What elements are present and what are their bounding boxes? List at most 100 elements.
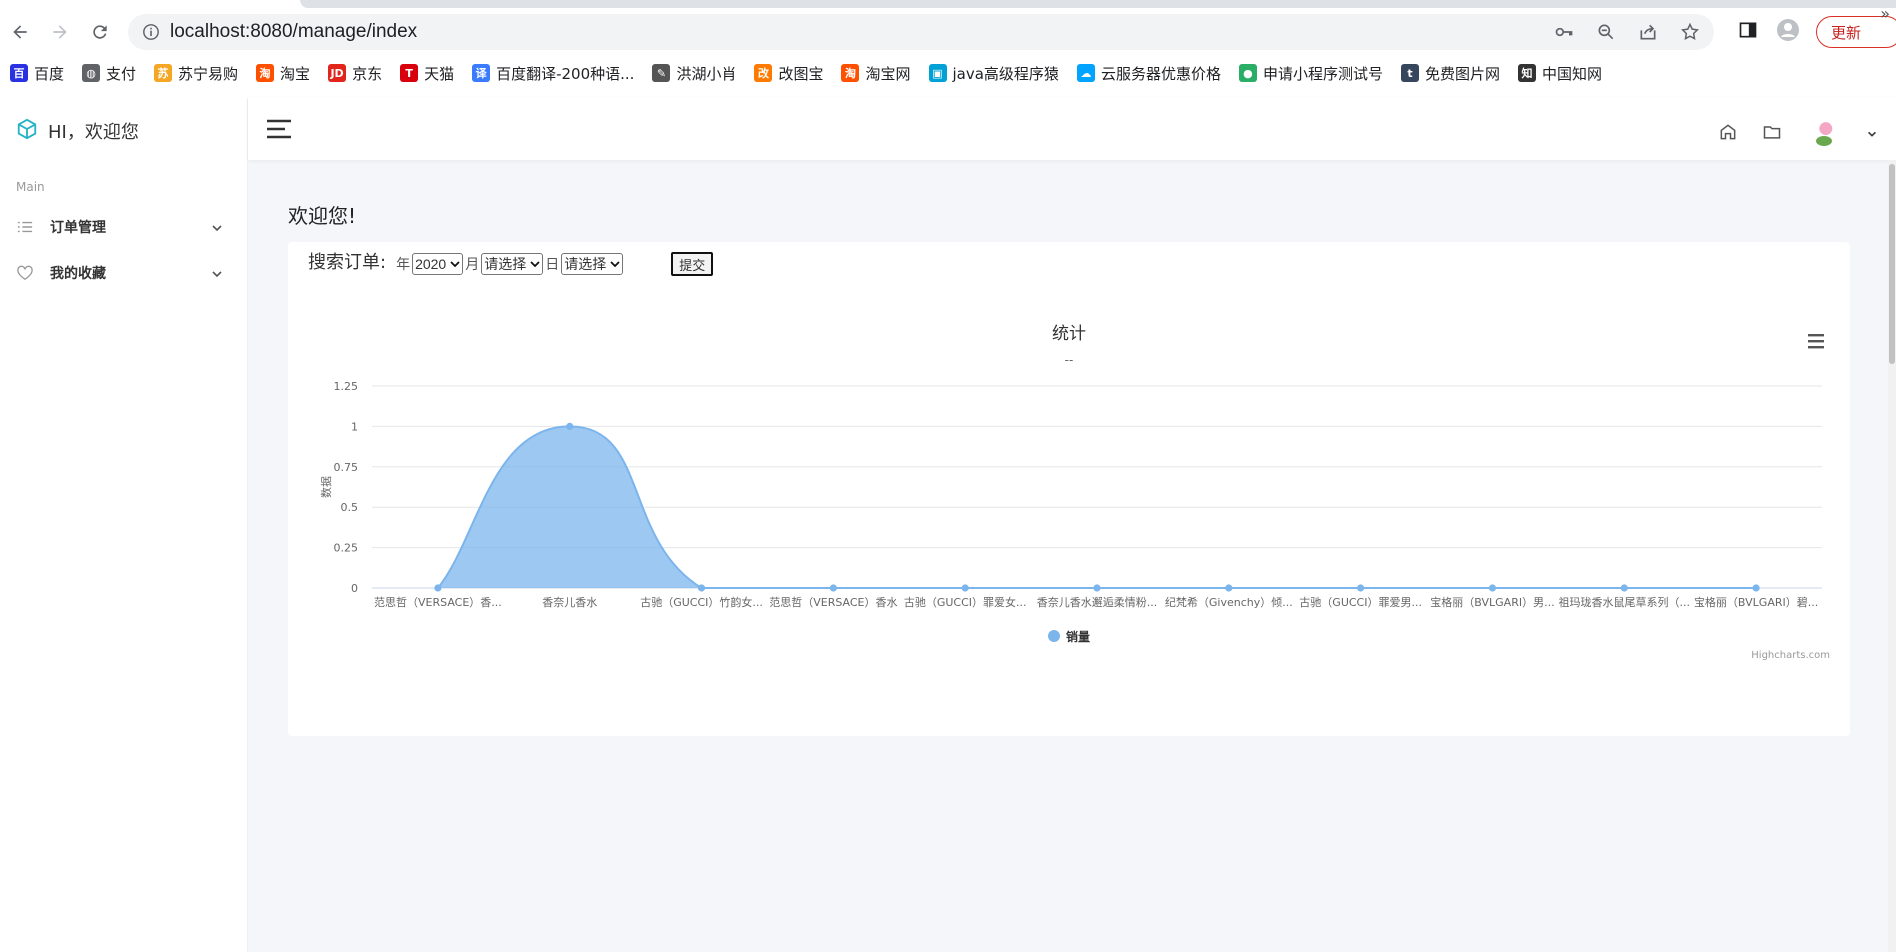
bookmark-item[interactable]: ◍ 支付 <box>82 63 136 84</box>
avatar[interactable] <box>1806 116 1842 152</box>
jd-icon: JD <box>328 64 347 82</box>
page-scrollbar[interactable] <box>1888 160 1896 952</box>
side-panel-icon[interactable] <box>1738 20 1758 44</box>
chevron-down-icon <box>450 261 460 268</box>
page-title: 欢迎您! <box>288 204 357 228</box>
x-tick-label: 范思哲（VERSACE）香... <box>374 595 502 609</box>
x-tick-label: 古驰（GUCCI）罪爱女... <box>904 595 1027 609</box>
day-select[interactable]: 请选择 <box>561 253 624 275</box>
legend-label: 销量 <box>1066 629 1090 644</box>
back-icon[interactable] <box>6 18 34 46</box>
bookmark-item[interactable]: 知中国知网 <box>1517 63 1602 84</box>
bookmark-item[interactable]: JD 京东 <box>328 63 382 84</box>
y-tick-label: 0 <box>351 582 358 595</box>
key-icon[interactable] <box>1554 22 1574 42</box>
bookmark-label: 淘宝网 <box>865 64 911 83</box>
bookmark-item[interactable]: 译百度翻译-200种语... <box>472 63 634 84</box>
bookmark-item[interactable]: 苏苏宁易购 <box>154 63 238 84</box>
data-point <box>434 584 442 592</box>
x-tick-label: 范思哲（VERSACE）香水 <box>769 595 897 609</box>
forward-icon[interactable] <box>46 18 74 46</box>
bookmark-item[interactable]: ☁ 云服务器优惠价格 <box>1076 63 1221 84</box>
share-icon[interactable] <box>1638 22 1658 42</box>
bookmarks-overflow-icon[interactable]: » <box>1880 4 1890 23</box>
chevron-down-icon[interactable] <box>1866 125 1878 144</box>
chevron-down-icon <box>210 220 224 234</box>
submit-button[interactable]: 提交 <box>671 252 714 276</box>
data-point <box>829 584 837 592</box>
bookmark-item[interactable]: ✎ 洪湖小肖 <box>652 63 736 84</box>
bookmark-label: 中国知网 <box>1541 64 1602 83</box>
year-unit: 年 <box>396 257 411 273</box>
y-tick-label: 1 <box>351 420 358 433</box>
chart-subtitle: -- <box>1065 353 1074 367</box>
brand-title: HI，欢迎您 <box>48 122 139 143</box>
bookmark-label: 京东 <box>352 64 383 83</box>
sales-chart: 统计 -- 0 0.25 0.5 0.75 1 1.25 数据范思哲（VERSACE）香... 香… <box>319 324 1830 661</box>
chevron-down-icon <box>610 261 620 268</box>
chart-menu-icon[interactable] <box>1808 334 1824 349</box>
profile-icon[interactable] <box>1776 18 1800 46</box>
tab-strip <box>0 0 1896 10</box>
y-tick-label: 1.25 <box>334 380 359 393</box>
legend-marker <box>1048 630 1060 642</box>
bookmark-item[interactable]: T 天猫 <box>400 63 454 84</box>
bookmark-label: 淘宝 <box>280 64 311 83</box>
data-point <box>1488 584 1497 592</box>
bookmark-item[interactable]: 百百度 <box>10 63 64 84</box>
url-text: localhost:8080/manage/index <box>170 21 418 42</box>
chevron-down-icon <box>530 261 540 268</box>
bookmark-item[interactable]: 淘淘宝 <box>256 63 310 84</box>
bookmark-label: 改图宝 <box>778 64 824 83</box>
chevron-down-icon <box>210 266 224 280</box>
cloud-icon: ☁ <box>1076 64 1095 82</box>
cube-logo-icon <box>16 118 38 144</box>
data-point <box>1620 584 1628 592</box>
bookmarks-bar: 百百度 ◍ 支付苏苏宁易购淘淘宝 JD 京东 T 天猫译百度翻译-200种语... ✎ 洪湖小肖… <box>0 58 1896 88</box>
globe-icon: ◍ <box>82 64 101 82</box>
site-info-icon[interactable] <box>142 23 160 41</box>
day-unit: 日 <box>545 257 560 273</box>
data-point <box>566 422 574 430</box>
data-point <box>1357 584 1365 592</box>
address-bar[interactable]: localhost:8080/manage/index <box>128 14 1714 50</box>
bookmark-label: java高级程序猿 <box>952 64 1059 83</box>
search-label: 搜索订单: <box>308 252 387 273</box>
wechat-icon: ● <box>1238 64 1257 82</box>
list-icon <box>16 218 34 236</box>
top-header <box>248 98 1896 160</box>
bookmark-item[interactable]: ● 申请小程序测试号 <box>1238 63 1383 84</box>
bookmark-item[interactable]: ▣ java高级程序猿 <box>928 63 1059 84</box>
heart-icon <box>16 264 34 282</box>
bookmark-star-icon[interactable] <box>1680 22 1700 42</box>
tumblr-icon: t <box>1400 64 1419 82</box>
x-tick-label: 古驰（GUCCI）罪爱男... <box>1299 595 1422 609</box>
year-select[interactable]: 2020 <box>412 253 464 275</box>
x-tick-label: 宝格丽（BVLGARI）男... <box>1430 595 1554 609</box>
taobao-icon: 淘 <box>841 64 860 82</box>
browser-toolbar: localhost:8080/manage/index 更新 <box>0 10 1896 54</box>
y-axis-label: 数据 <box>319 476 333 498</box>
bookmark-item[interactable]: t 免费图片网 <box>1400 63 1500 84</box>
bookmark-label: 洪湖小肖 <box>676 64 737 83</box>
sidebar-item-favorites[interactable]: 我的收藏 <box>0 253 248 293</box>
sidebar-item-orders[interactable]: 订单管理 <box>0 207 248 247</box>
bird-icon: ✎ <box>652 64 671 82</box>
baidu-icon: 百 <box>10 64 28 82</box>
folder-icon[interactable] <box>1762 122 1782 146</box>
menu-toggle-icon[interactable] <box>266 118 292 140</box>
zoom-icon[interactable] <box>1596 22 1616 42</box>
y-tick-label: 0.5 <box>341 501 359 514</box>
y-tick-label: 0.25 <box>334 542 359 555</box>
bookmark-item[interactable]: 改改图宝 <box>754 63 823 84</box>
bookmark-item[interactable]: 淘淘宝网 <box>841 63 911 84</box>
bookmark-label: 百度 <box>34 64 65 83</box>
data-point <box>1093 584 1101 592</box>
browser-chrome: localhost:8080/manage/index 更新 百百度 ◍ 支付苏苏宁… <box>0 0 1896 98</box>
scrollbar-thumb[interactable] <box>1889 164 1895 364</box>
reload-icon[interactable] <box>86 18 114 46</box>
brand[interactable]: HI，欢迎您 <box>16 118 139 144</box>
cnki-icon: 知 <box>1517 64 1536 82</box>
month-select[interactable]: 请选择 <box>481 253 544 275</box>
home-icon[interactable] <box>1718 122 1738 146</box>
